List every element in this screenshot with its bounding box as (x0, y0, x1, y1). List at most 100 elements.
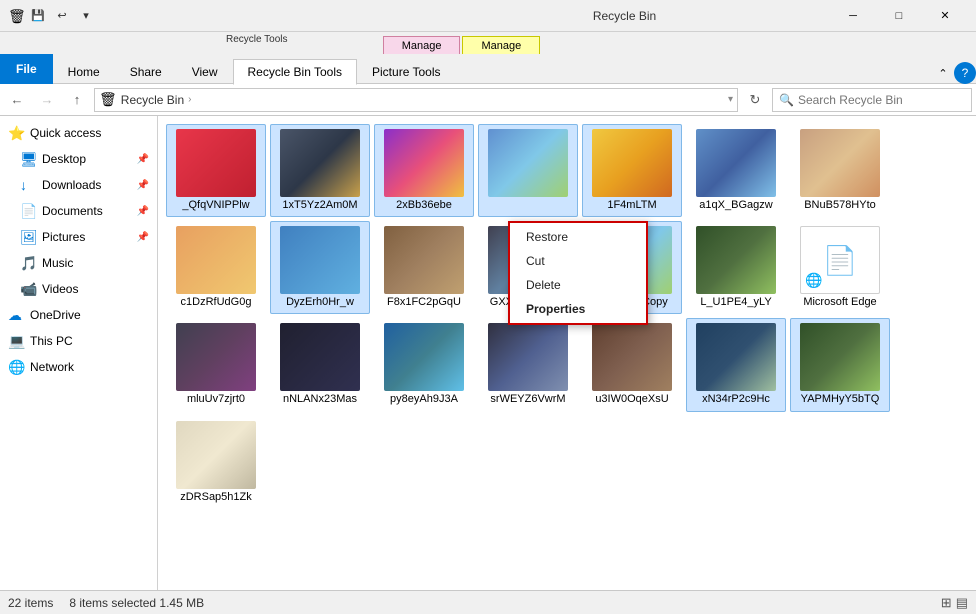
app-icon: 🗑 (8, 8, 24, 24)
content-area[interactable]: _QfqVNIPPlw 1xT5Yz2Am0M 2xBb36ebe 1F4mLT… (158, 116, 976, 590)
file-item[interactable]: a1qX_BGagzw (686, 124, 786, 217)
file-item[interactable]: u3IW0OqeXsU (582, 318, 682, 411)
file-thumbnail (384, 323, 464, 391)
file-item[interactable]: YAPMHyY5bTQ (790, 318, 890, 411)
file-item[interactable]: F8x1FC2pGqU (374, 221, 474, 314)
context-menu-restore[interactable]: Restore (510, 225, 646, 249)
path-dropdown-arrow[interactable]: ▾ (728, 94, 733, 105)
sidebar-item-label: This PC (30, 334, 73, 348)
pin-icon: 📌 (137, 232, 149, 243)
qat-undo-button[interactable]: ↩ (52, 6, 72, 26)
sidebar-item-pictures[interactable]: 🖼 Pictures 📌 (0, 224, 157, 250)
file-thumbnail (592, 129, 672, 197)
file-item[interactable]: 1F4mLTM (582, 124, 682, 217)
file-name: DyzErh0Hr_w (286, 296, 354, 309)
file-item[interactable]: c1DzRfUdG0g (166, 221, 266, 314)
address-bar: ← → ↑ 🗑 Recycle Bin › ▾ ↻ 🔍 (0, 84, 976, 116)
file-thumbnail (696, 129, 776, 197)
status-bar: 22 items 8 items selected 1.45 MB ⊞ ▤ (0, 590, 976, 614)
tab-file[interactable]: File (0, 54, 53, 84)
close-button[interactable]: ✕ (922, 0, 968, 32)
file-item[interactable] (478, 124, 578, 217)
up-button[interactable]: ↑ (64, 87, 90, 113)
main-tabs-row: File Home Share View Recycle Bin Tools P… (0, 54, 976, 84)
total-items-count: 22 items (8, 596, 53, 610)
tab-view[interactable]: View (177, 58, 233, 84)
file-item[interactable]: 📄 🌐 Microsoft Edge (790, 221, 890, 314)
back-button[interactable]: ← (4, 87, 30, 113)
file-thumbnail (176, 323, 256, 391)
sidebar-item-downloads[interactable]: ↓ Downloads 📌 (0, 172, 157, 198)
music-icon: 🎵 (20, 255, 36, 272)
sidebar-item-label: Pictures (42, 230, 85, 244)
sidebar-item-desktop[interactable]: 🖥 Desktop 📌 (0, 146, 157, 172)
file-item[interactable]: nNLANx23Mas (270, 318, 370, 411)
help-button[interactable]: ? (954, 62, 976, 84)
manage-tab-recycle[interactable]: Manage (383, 36, 461, 54)
tab-picture-tools[interactable]: Picture Tools (357, 58, 455, 84)
refresh-button[interactable]: ↻ (742, 87, 768, 113)
file-thumbnail (592, 323, 672, 391)
pin-icon: 📌 (137, 154, 149, 165)
large-icons-view-button[interactable]: ▤ (956, 595, 968, 611)
address-path[interactable]: 🗑 Recycle Bin › ▾ (94, 88, 738, 112)
file-thumbnail (800, 323, 880, 391)
sidebar-item-onedrive[interactable]: ☁ OneDrive (0, 302, 157, 328)
manage-tab-picture-label: Manage (481, 40, 521, 52)
file-thumbnail (696, 323, 776, 391)
maximize-button[interactable]: □ (876, 0, 922, 32)
file-item[interactable]: 1xT5Yz2Am0M (270, 124, 370, 217)
context-menu-cut[interactable]: Cut (510, 249, 646, 273)
network-icon: 🌐 (8, 359, 24, 376)
sidebar-item-videos[interactable]: 📹 Videos (0, 276, 157, 302)
sidebar-item-documents[interactable]: 📄 Documents 📌 (0, 198, 157, 224)
file-item[interactable]: _QfqVNIPPlw (166, 124, 266, 217)
file-name: nNLANx23Mas (283, 393, 357, 406)
path-icon: 🗑 (99, 91, 117, 108)
sidebar-item-label: Videos (42, 282, 78, 296)
sidebar-item-network[interactable]: 🌐 Network (0, 354, 157, 380)
manage-tab-picture[interactable]: Manage (462, 36, 540, 54)
tab-recycle-bin-tools[interactable]: Recycle Bin Tools (233, 59, 358, 85)
file-thumbnail (384, 226, 464, 294)
file-item[interactable]: L_U1PE4_yLY (686, 221, 786, 314)
search-box[interactable]: 🔍 (772, 88, 972, 112)
file-name: 2xBb36ebe (396, 199, 452, 212)
sidebar-item-quick-access[interactable]: ⭐ Quick access (0, 120, 157, 146)
file-name: L_U1PE4_yLY (700, 296, 771, 309)
file-name: 1xT5Yz2Am0M (282, 199, 357, 212)
qat-save-button[interactable]: 💾 (28, 6, 48, 26)
file-item[interactable]: py8eyAh9J3A (374, 318, 474, 411)
forward-button[interactable]: → (34, 87, 60, 113)
desktop-icon: 🖥 (20, 151, 36, 168)
file-item[interactable]: DyzErh0Hr_w (270, 221, 370, 314)
file-item[interactable]: BNuB578HYto (790, 124, 890, 217)
tab-home[interactable]: Home (53, 58, 115, 84)
file-thumbnail (280, 226, 360, 294)
file-item[interactable]: xN34rP2c9Hc (686, 318, 786, 411)
file-item[interactable]: 2xBb36ebe (374, 124, 474, 217)
sidebar-item-music[interactable]: 🎵 Music (0, 250, 157, 276)
details-view-button[interactable]: ⊞ (941, 595, 952, 611)
search-input[interactable] (798, 93, 965, 107)
qat-dropdown-button[interactable]: ▾ (76, 6, 96, 26)
search-icon: 🔍 (779, 93, 794, 107)
minimize-button[interactable]: ─ (830, 0, 876, 32)
ribbon-collapse-button[interactable]: ⌃ (932, 62, 954, 84)
file-item[interactable]: zDRSap5h1Zk (166, 416, 266, 509)
file-name: a1qX_BGagzw (699, 199, 772, 212)
onedrive-icon: ☁ (8, 307, 24, 324)
context-menu-properties[interactable]: Properties (510, 297, 646, 321)
file-thumbnail (800, 129, 880, 197)
file-item[interactable]: srWEYZ6VwrM (478, 318, 578, 411)
file-name: u3IW0OqeXsU (595, 393, 668, 406)
context-menu-delete[interactable]: Delete (510, 273, 646, 297)
file-name: c1DzRfUdG0g (181, 296, 252, 309)
sidebar-item-this-pc[interactable]: 💻 This PC (0, 328, 157, 354)
file-thumbnail (696, 226, 776, 294)
file-name: 1F4mLTM (607, 199, 656, 212)
file-item[interactable]: mluUv7zjrt0 (166, 318, 266, 411)
file-name: BNuB578HYto (804, 199, 876, 212)
tab-share[interactable]: Share (115, 58, 177, 84)
sidebar-item-label: Music (42, 256, 73, 270)
